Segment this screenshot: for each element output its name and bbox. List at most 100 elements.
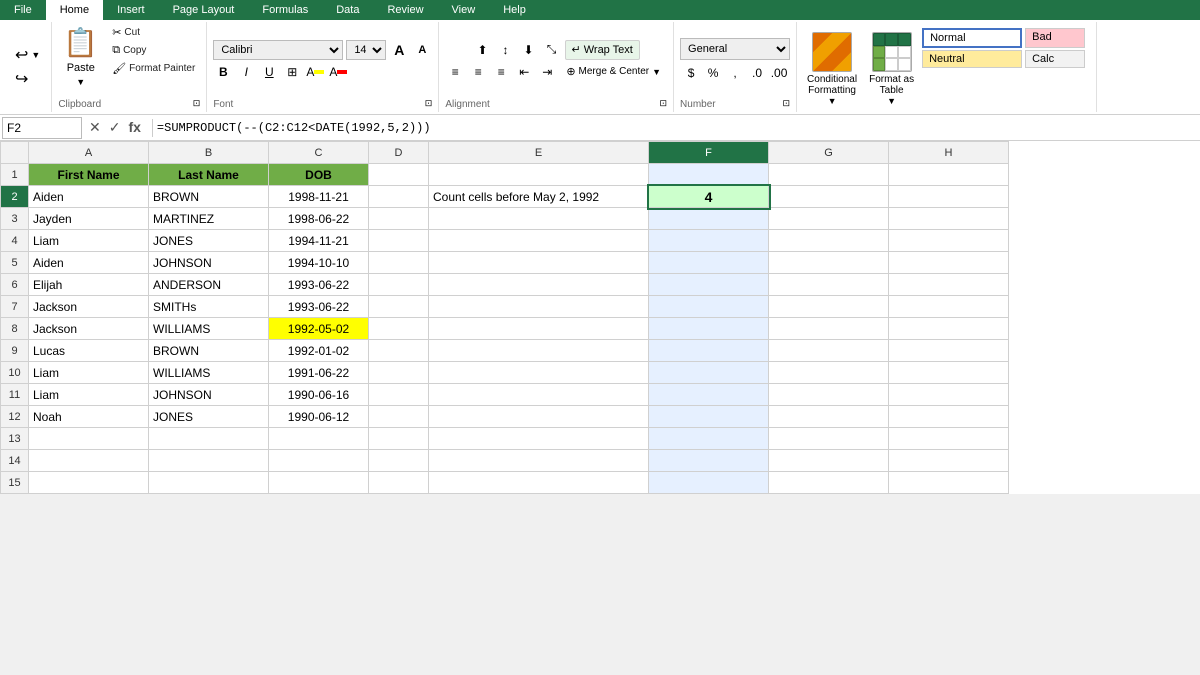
cell-e4[interactable] bbox=[429, 230, 649, 252]
align-middle-button[interactable]: ↕ bbox=[496, 40, 516, 60]
cell-d13[interactable] bbox=[369, 428, 429, 450]
cell-g4[interactable] bbox=[769, 230, 889, 252]
cell-c7[interactable]: 1993-06-22 bbox=[269, 296, 369, 318]
paste-button[interactable]: 📋 Paste ▼ bbox=[58, 24, 103, 89]
row-num-7[interactable]: 7 bbox=[1, 296, 29, 318]
font-color-button[interactable]: A bbox=[328, 62, 348, 82]
cell-e9[interactable] bbox=[429, 340, 649, 362]
cell-d5[interactable] bbox=[369, 252, 429, 274]
cell-e15[interactable] bbox=[429, 472, 649, 494]
align-top-button[interactable]: ⬆ bbox=[473, 40, 493, 60]
cell-c4[interactable]: 1994-11-21 bbox=[269, 230, 369, 252]
cell-d11[interactable] bbox=[369, 384, 429, 406]
cell-d8[interactable] bbox=[369, 318, 429, 340]
cell-d1[interactable] bbox=[369, 164, 429, 186]
cut-button[interactable]: ✂ Cut bbox=[107, 24, 200, 41]
undo-button[interactable]: ↩ ▼ bbox=[10, 43, 45, 67]
format-painter-button[interactable]: 🖌 Format Painter bbox=[107, 60, 200, 77]
number-expand-icon[interactable]: ⊡ bbox=[783, 98, 791, 109]
cell-b9[interactable]: BROWN bbox=[149, 340, 269, 362]
row-num-11[interactable]: 11 bbox=[1, 384, 29, 406]
fill-color-button[interactable]: A bbox=[305, 62, 325, 82]
cell-a12[interactable]: Noah bbox=[29, 406, 149, 428]
cell-b8[interactable]: WILLIAMS bbox=[149, 318, 269, 340]
wrap-text-button[interactable]: ↵ Wrap Text bbox=[565, 40, 640, 60]
cell-a7[interactable]: Jackson bbox=[29, 296, 149, 318]
cell-d4[interactable] bbox=[369, 230, 429, 252]
cell-f4[interactable] bbox=[649, 230, 769, 252]
cell-b3[interactable]: MARTINEZ bbox=[149, 208, 269, 230]
cell-a3[interactable]: Jayden bbox=[29, 208, 149, 230]
row-num-3[interactable]: 3 bbox=[1, 208, 29, 230]
bold-button[interactable]: B bbox=[213, 62, 233, 82]
cell-a2[interactable]: Aiden bbox=[29, 186, 149, 208]
cell-a13[interactable] bbox=[29, 428, 149, 450]
italic-button[interactable]: I bbox=[236, 62, 256, 82]
cell-a10[interactable]: Liam bbox=[29, 362, 149, 384]
cell-c12[interactable]: 1990-06-12 bbox=[269, 406, 369, 428]
cell-f7[interactable] bbox=[649, 296, 769, 318]
increase-font-button[interactable]: A bbox=[389, 40, 409, 60]
cell-h15[interactable] bbox=[889, 472, 1009, 494]
cell-g1[interactable] bbox=[769, 164, 889, 186]
cancel-formula-icon[interactable]: ✕ bbox=[86, 119, 104, 136]
cell-g12[interactable] bbox=[769, 406, 889, 428]
cell-h8[interactable] bbox=[889, 318, 1009, 340]
cell-b10[interactable]: WILLIAMS bbox=[149, 362, 269, 384]
cell-c3[interactable]: 1998-06-22 bbox=[269, 208, 369, 230]
row-num-9[interactable]: 9 bbox=[1, 340, 29, 362]
cell-c13[interactable] bbox=[269, 428, 369, 450]
cell-e14[interactable] bbox=[429, 450, 649, 472]
cell-c9[interactable]: 1992-01-02 bbox=[269, 340, 369, 362]
cell-a8[interactable]: Jackson bbox=[29, 318, 149, 340]
tab-file[interactable]: File bbox=[0, 0, 46, 20]
cell-c11[interactable]: 1990-06-16 bbox=[269, 384, 369, 406]
underline-button[interactable]: U bbox=[259, 62, 279, 82]
name-box[interactable] bbox=[2, 117, 82, 139]
cell-e8[interactable] bbox=[429, 318, 649, 340]
cell-h7[interactable] bbox=[889, 296, 1009, 318]
font-name-select[interactable]: Calibri bbox=[213, 40, 343, 60]
cell-a9[interactable]: Lucas bbox=[29, 340, 149, 362]
comma-button[interactable]: , bbox=[725, 63, 745, 83]
cell-f15[interactable] bbox=[649, 472, 769, 494]
conditional-formatting-button[interactable]: ConditionalFormatting ▼ bbox=[803, 28, 861, 110]
row-num-8[interactable]: 8 bbox=[1, 318, 29, 340]
cell-e13[interactable] bbox=[429, 428, 649, 450]
decrease-decimal-button[interactable]: .0 bbox=[747, 63, 767, 83]
cell-b5[interactable]: JOHNSON bbox=[149, 252, 269, 274]
cell-d15[interactable] bbox=[369, 472, 429, 494]
cell-b6[interactable]: ANDERSON bbox=[149, 274, 269, 296]
cell-g9[interactable] bbox=[769, 340, 889, 362]
align-center-button[interactable]: ≡ bbox=[468, 62, 488, 82]
calc-style-button[interactable]: Calc bbox=[1025, 50, 1085, 68]
cell-b4[interactable]: JONES bbox=[149, 230, 269, 252]
cell-c2[interactable]: 1998-11-21 bbox=[269, 186, 369, 208]
cell-h14[interactable] bbox=[889, 450, 1009, 472]
cell-f12[interactable] bbox=[649, 406, 769, 428]
tab-home[interactable]: Home bbox=[46, 0, 103, 20]
cell-e12[interactable] bbox=[429, 406, 649, 428]
cell-f5[interactable] bbox=[649, 252, 769, 274]
cell-d3[interactable] bbox=[369, 208, 429, 230]
tab-insert[interactable]: Insert bbox=[103, 0, 159, 20]
percent-button[interactable]: % bbox=[703, 63, 723, 83]
number-format-select[interactable]: General bbox=[680, 38, 790, 60]
col-header-b[interactable]: B bbox=[149, 142, 269, 164]
currency-button[interactable]: $ bbox=[681, 63, 701, 83]
cell-d10[interactable] bbox=[369, 362, 429, 384]
row-num-5[interactable]: 5 bbox=[1, 252, 29, 274]
cell-h11[interactable] bbox=[889, 384, 1009, 406]
cell-b14[interactable] bbox=[149, 450, 269, 472]
merge-center-button[interactable]: ⊕ Merge & Center ▼ bbox=[560, 62, 667, 82]
cell-h3[interactable] bbox=[889, 208, 1009, 230]
cell-a6[interactable]: Elijah bbox=[29, 274, 149, 296]
col-header-h[interactable]: H bbox=[889, 142, 1009, 164]
cell-e6[interactable] bbox=[429, 274, 649, 296]
cell-c6[interactable]: 1993-06-22 bbox=[269, 274, 369, 296]
indent-decrease-button[interactable]: ⇤ bbox=[514, 62, 534, 82]
align-bottom-button[interactable]: ⬇ bbox=[519, 40, 539, 60]
normal-style-button[interactable]: Normal bbox=[922, 28, 1022, 48]
row-num-1[interactable]: 1 bbox=[1, 164, 29, 186]
row-num-14[interactable]: 14 bbox=[1, 450, 29, 472]
